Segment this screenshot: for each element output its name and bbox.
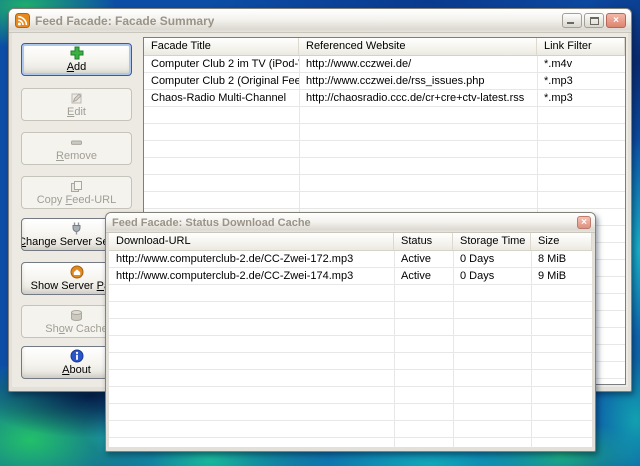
close-button[interactable]: × <box>577 216 591 229</box>
cache-window: Feed Facade: Status Download Cache × Dow… <box>105 212 596 452</box>
table-row[interactable]: Computer Club 2 (Original Feed) http://w… <box>144 73 625 90</box>
plug-icon <box>70 221 83 235</box>
main-titlebar[interactable]: Feed Facade: Facade Summary × <box>9 9 631 33</box>
close-icon: × <box>581 216 587 228</box>
homepage-icon <box>70 265 84 279</box>
table-row[interactable]: http://www.computerclub-2.de/CC-Zwei-172… <box>109 251 592 268</box>
desktop: { "colors": { "desktop_blue": "#0c4ea6",… <box>0 0 640 466</box>
minus-icon <box>70 135 83 149</box>
database-icon <box>70 308 83 322</box>
facade-table-header: Facade Title Referenced Website Link Fil… <box>144 38 625 56</box>
remove-button[interactable]: Remove <box>21 132 132 165</box>
column-header[interactable]: Download-URL <box>109 233 394 250</box>
column-header[interactable]: Link Filter <box>537 38 625 55</box>
info-icon <box>70 349 84 363</box>
maximize-icon <box>590 17 599 25</box>
close-icon: × <box>613 14 619 26</box>
cache-table-body: http://www.computerclub-2.de/CC-Zwei-172… <box>109 251 592 447</box>
cache-window-title: Feed Facade: Status Download Cache <box>112 216 311 229</box>
minimize-icon <box>567 22 574 24</box>
table-row[interactable]: Chaos-Radio Multi-Channel http://chaosra… <box>144 90 625 107</box>
copy-icon <box>70 179 83 193</box>
main-window-title: Feed Facade: Facade Summary <box>35 13 215 28</box>
column-header[interactable]: Size <box>531 233 592 250</box>
cache-client-area: Download-URL Status Storage Time Size ht… <box>109 233 592 447</box>
edit-button[interactable]: Edit <box>21 88 132 121</box>
cache-table[interactable]: Download-URL Status Storage Time Size ht… <box>109 233 592 447</box>
column-header[interactable]: Storage Time <box>453 233 531 250</box>
table-row[interactable]: http://www.computerclub-2.de/CC-Zwei-174… <box>109 268 592 285</box>
cache-titlebar[interactable]: Feed Facade: Status Download Cache × <box>106 213 595 233</box>
column-header[interactable]: Referenced Website <box>299 38 537 55</box>
column-header[interactable]: Status <box>394 233 453 250</box>
copy-feed-url-button[interactable]: Copy Feed-URL <box>21 176 132 209</box>
plus-icon <box>70 46 84 60</box>
pencil-icon <box>70 91 83 105</box>
column-header[interactable]: Facade Title <box>144 38 299 55</box>
add-button[interactable]: Add <box>21 43 132 76</box>
cache-table-header: Download-URL Status Storage Time Size <box>109 233 592 251</box>
close-button[interactable]: × <box>606 13 626 28</box>
maximize-button[interactable] <box>584 13 604 28</box>
table-row[interactable]: Computer Club 2 im TV (iPod-Versi... htt… <box>144 56 625 73</box>
rss-feed-icon <box>15 13 30 28</box>
minimize-button[interactable] <box>562 13 582 28</box>
